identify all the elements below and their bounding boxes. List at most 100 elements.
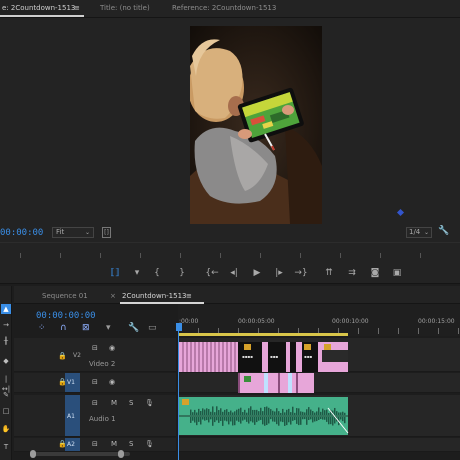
track-label-video2: Video 2 (89, 360, 116, 368)
a1-audio-clip[interactable] (178, 395, 460, 437)
ruler-label: 00:00:15:00 (418, 318, 455, 325)
tab-menu-icon[interactable]: ≡ (74, 4, 80, 12)
nest-icon[interactable]: ⁘ (38, 323, 46, 333)
wrench-icon[interactable]: 🔧 (128, 323, 139, 333)
track-name-v1[interactable]: V1 (67, 379, 75, 386)
close-tab-icon[interactable]: × (110, 292, 116, 300)
pen-tool-icon[interactable]: ✎ (1, 390, 11, 400)
ruler-label: 00:00:05:00 (238, 318, 275, 325)
zoom-fit-label: Fit (56, 228, 65, 236)
microphone-icon[interactable]: 🎙 (145, 440, 154, 448)
source-label-a1[interactable]: A1 (67, 413, 75, 420)
sync-lock-icon[interactable]: ⊟ (92, 378, 98, 386)
program-timecode[interactable]: 00:00:00 (0, 228, 43, 238)
viewer-marker-icon (396, 208, 405, 217)
tab-sequence-01[interactable]: Sequence 01 (42, 292, 88, 300)
track-select-tool-icon[interactable]: → (1, 320, 11, 330)
v2-clips[interactable]: ▪▪▪▪ ▪▪▪ ▪▪▪ (178, 338, 460, 372)
tab-title[interactable]: Title: (no title) (100, 4, 150, 12)
track-lane-a1[interactable] (178, 395, 460, 437)
slip-tool-icon[interactable]: |↔| (1, 374, 11, 393)
chevron-down-icon: ⌄ (423, 229, 429, 236)
svg-text:▪▪▪: ▪▪▪ (270, 354, 278, 359)
monitor-tab-bar: e: 2Countdown-1513 ≡ Title: (no title) R… (0, 0, 460, 18)
selection-tool-icon[interactable]: ▲ (1, 304, 11, 314)
mark-out-icon[interactable]: } (175, 266, 189, 280)
track-header-a1: A1 ⊟ M S 🎙 Audio 1 (14, 395, 176, 437)
eye-icon[interactable]: ◉ (109, 344, 115, 352)
track-lane-a2[interactable] (178, 438, 460, 452)
tab-menu-icon[interactable]: ≡ (186, 292, 192, 300)
mute-button[interactable]: M (111, 399, 117, 407)
work-area-bar[interactable] (178, 333, 348, 336)
tab-program[interactable]: e: 2Countdown-1513 (2, 4, 75, 12)
mute-button[interactable]: M (111, 440, 117, 448)
microphone-icon[interactable]: 🎙 (145, 399, 154, 407)
active-tab-underline (0, 15, 84, 17)
svg-text:▪▪▪▪: ▪▪▪▪ (242, 354, 253, 359)
wrench-icon[interactable]: 🔧 (438, 226, 449, 236)
track-name-v2[interactable]: V2 (73, 352, 81, 359)
add-marker-icon[interactable]: ▾ (130, 266, 144, 280)
captions-icon[interactable]: ▭ (148, 323, 157, 333)
track-lane-v1[interactable] (178, 373, 460, 393)
chevron-down-icon: ⌄ (84, 229, 90, 236)
settings-bracket-icon[interactable]: [] (102, 227, 111, 238)
program-monitor: e: 2Countdown-1513 ≡ Title: (no title) R… (0, 0, 460, 262)
insert-bracket-icon[interactable]: ⟦⟧ (108, 266, 122, 280)
razor-tool-icon[interactable]: ◆ (1, 356, 11, 366)
track-header-v2: 🔒 V2 ⊟ ◉ Video 2 (14, 338, 176, 372)
track-name-a2[interactable]: A2 (67, 441, 75, 448)
track-label-audio1: Audio 1 (89, 415, 116, 423)
playhead-handle[interactable] (176, 323, 182, 331)
ripple-edit-tool-icon[interactable]: ╂ (1, 336, 11, 346)
step-forward-icon[interactable]: |▸ (272, 266, 286, 280)
go-to-out-icon[interactable]: →} (294, 266, 308, 280)
go-to-in-icon[interactable]: {← (205, 266, 219, 280)
sync-lock-icon[interactable]: ⊟ (92, 399, 98, 407)
monitor-time-ruler[interactable] (0, 242, 460, 258)
lock-icon[interactable]: 🔒 (58, 352, 67, 360)
track-header-a2: 🔒 A2 ⊟ M S 🎙 (14, 438, 176, 452)
tab-reference[interactable]: Reference: 2Countdown-1513 (172, 4, 276, 12)
eye-icon[interactable]: ◉ (109, 378, 115, 386)
v1-clips[interactable] (178, 373, 460, 393)
svg-text:▪▪▪: ▪▪▪ (304, 354, 312, 359)
mark-in-icon[interactable]: { (150, 266, 164, 280)
track-lane-v2[interactable]: ▪▪▪▪ ▪▪▪ ▪▪▪ (178, 338, 460, 372)
track-header-v1: 🔒 V1 ⊟ ◉ (14, 373, 176, 393)
camera-icon[interactable]: ◙ (368, 266, 382, 280)
scrollbar-right-handle[interactable] (118, 450, 124, 458)
step-back-icon[interactable]: ◂| (227, 266, 241, 280)
play-icon[interactable]: ▶ (250, 266, 264, 280)
sequence-tab-bar: Sequence 01 × 2Countdown-1513 ≡ (14, 286, 460, 304)
extract-icon[interactable]: ⇉ (345, 266, 359, 280)
sync-lock-icon[interactable]: ⊟ (92, 440, 98, 448)
timeline-ruler[interactable]: :00:00 00:00:05:00 00:00:10:00 00:00:15:… (178, 304, 460, 336)
zoom-fit-select[interactable]: Fit ⌄ (52, 227, 94, 238)
rectangle-tool-icon[interactable]: □ (1, 406, 11, 416)
add-marker-icon[interactable]: ▾ (106, 323, 111, 333)
playback-resolution-select[interactable]: 1/4 ⌄ (406, 227, 432, 238)
snap-icon[interactable]: ∩ (60, 323, 67, 333)
solo-button[interactable]: S (129, 399, 133, 407)
type-tool-icon[interactable]: T (1, 442, 11, 452)
playback-resolution-label: 1/4 (409, 228, 421, 236)
tab-2countdown[interactable]: 2Countdown-1513 (122, 292, 186, 300)
transport-controls: ⟦⟧ ▾ { } {← ◂| ▶ |▸ →} ⇈ ⇉ ◙ ▣ (0, 262, 460, 284)
timeline-scrollbar[interactable] (30, 452, 130, 456)
program-viewer[interactable] (190, 26, 322, 224)
ruler-label: 00:00:10:00 (332, 318, 369, 325)
video-frame-image (190, 26, 322, 224)
playhead[interactable] (178, 331, 179, 460)
sync-lock-icon[interactable]: ⊟ (92, 344, 98, 352)
compare-icon[interactable]: ▣ (390, 266, 404, 280)
hand-tool-icon[interactable]: ✋ (1, 424, 11, 434)
linked-selection-icon[interactable]: ⊠ (82, 323, 90, 333)
tools-panel: ▲ → ╂ ◆ |↔| ✎ □ ✋ T (0, 286, 12, 460)
scrollbar-left-handle[interactable] (30, 450, 36, 458)
lift-icon[interactable]: ⇈ (322, 266, 336, 280)
solo-button[interactable]: S (129, 440, 133, 448)
timeline-toolbar: ⁘ ∩ ⊠ ▾ 🔧 ▭ (36, 323, 166, 335)
timeline-timecode[interactable]: 00:00:00:00 (36, 311, 96, 321)
